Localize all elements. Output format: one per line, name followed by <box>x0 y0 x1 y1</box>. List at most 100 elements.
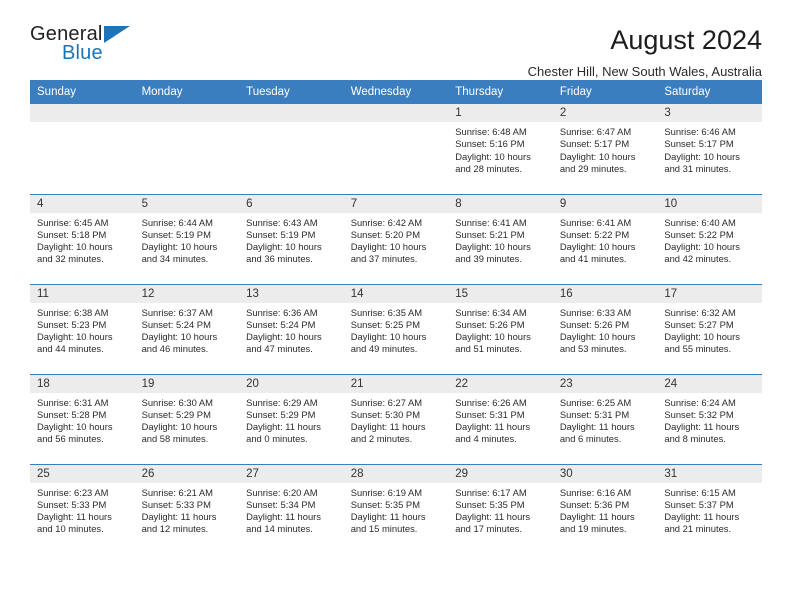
day-number <box>343 104 449 122</box>
daylight-text-line2: and 4 minutes. <box>455 433 517 445</box>
day-cell[interactable]: 24 Sunrise: 6:24 AM Sunset: 5:32 PM Dayl… <box>657 373 762 464</box>
sunset-text: Sunset: 5:18 PM <box>37 228 107 240</box>
day-cell[interactable]: 19 Sunrise: 6:30 AM Sunset: 5:29 PM Dayl… <box>134 373 240 464</box>
day-cell[interactable]: 22 Sunrise: 6:26 AM Sunset: 5:31 PM Dayl… <box>448 373 553 464</box>
daylight-text-line1: Daylight: 11 hours <box>350 421 426 433</box>
sunset-text: Sunset: 5:35 PM <box>455 498 525 510</box>
day-cell[interactable]: 11 Sunrise: 6:38 AM Sunset: 5:23 PM Dayl… <box>30 283 135 374</box>
calendar-week-row: 18 Sunrise: 6:31 AM Sunset: 5:28 PM Dayl… <box>30 373 762 464</box>
day-details: Sunrise: 6:38 AM Sunset: 5:23 PM Dayligh… <box>30 303 135 356</box>
sunrise-text: Sunrise: 6:35 AM <box>350 306 423 318</box>
day-details: Sunrise: 6:41 AM Sunset: 5:21 PM Dayligh… <box>448 213 553 266</box>
day-number: 24 <box>657 374 762 393</box>
day-details: Sunrise: 6:26 AM Sunset: 5:31 PM Dayligh… <box>448 393 553 446</box>
sunrise-text: Sunrise: 6:43 AM <box>246 216 318 228</box>
day-cell[interactable]: 29 Sunrise: 6:17 AM Sunset: 5:35 PM Dayl… <box>448 463 553 554</box>
day-number: 31 <box>657 464 762 483</box>
daylight-text-line1: Daylight: 10 hours <box>141 331 218 343</box>
daylight-text-line1: Daylight: 10 hours <box>141 241 218 253</box>
day-cell[interactable]: 2 Sunrise: 6:47 AM Sunset: 5:17 PM Dayli… <box>552 104 658 194</box>
daylight-text-line1: Daylight: 10 hours <box>141 421 218 433</box>
daylight-text-line2: and 2 minutes. <box>350 433 413 445</box>
general-blue-logo[interactable]: General Blue <box>30 24 140 68</box>
day-number <box>134 104 240 122</box>
day-number: 17 <box>657 284 762 303</box>
day-cell[interactable]: 10 Sunrise: 6:40 AM Sunset: 5:22 PM Dayl… <box>657 193 762 284</box>
sunset-text: Sunset: 5:17 PM <box>559 138 630 150</box>
daylight-text-line1: Daylight: 10 hours <box>559 150 636 162</box>
day-cell[interactable]: 20 Sunrise: 6:29 AM Sunset: 5:29 PM Dayl… <box>239 373 344 464</box>
day-number: 21 <box>343 374 449 393</box>
daylight-text-line1: Daylight: 11 hours <box>141 511 217 523</box>
sunrise-text: Sunrise: 6:23 AM <box>37 486 109 498</box>
day-cell[interactable]: 7 Sunrise: 6:42 AM Sunset: 5:20 PM Dayli… <box>343 193 449 284</box>
daylight-text-line2: and 39 minutes. <box>455 253 522 265</box>
day-number: 1 <box>448 104 553 122</box>
day-details: Sunrise: 6:34 AM Sunset: 5:26 PM Dayligh… <box>448 303 553 356</box>
day-cell[interactable]: 8 Sunrise: 6:41 AM Sunset: 5:21 PM Dayli… <box>448 193 553 284</box>
day-number: 4 <box>30 194 135 213</box>
day-cell[interactable]: 31 Sunrise: 6:15 AM Sunset: 5:37 PM Dayl… <box>657 463 762 554</box>
daylight-text-line1: Daylight: 10 hours <box>350 241 427 253</box>
day-cell[interactable]: 30 Sunrise: 6:16 AM Sunset: 5:36 PM Dayl… <box>552 463 658 554</box>
day-details: Sunrise: 6:19 AM Sunset: 5:35 PM Dayligh… <box>344 483 449 536</box>
daylight-text-line1: Daylight: 11 hours <box>37 511 112 523</box>
weekday-header-sunday: Sunday <box>30 80 135 104</box>
day-cell[interactable]: 21 Sunrise: 6:27 AM Sunset: 5:30 PM Dayl… <box>343 373 449 464</box>
title-block: August 2024 Chester Hill, New South Wale… <box>528 24 762 81</box>
daylight-text-line2: and 42 minutes. <box>664 253 732 265</box>
day-number: 7 <box>343 194 449 213</box>
day-number: 12 <box>134 284 240 303</box>
day-cell[interactable]: 6 Sunrise: 6:43 AM Sunset: 5:19 PM Dayli… <box>239 193 344 284</box>
day-cell[interactable]: 9 Sunrise: 6:41 AM Sunset: 5:22 PM Dayli… <box>552 193 658 284</box>
day-cell[interactable]: 14 Sunrise: 6:35 AM Sunset: 5:25 PM Dayl… <box>343 283 449 374</box>
sunset-text: Sunset: 5:36 PM <box>559 498 630 510</box>
daylight-text-line1: Daylight: 10 hours <box>455 331 531 343</box>
weekday-header-tuesday: Tuesday <box>239 80 344 104</box>
sunset-text: Sunset: 5:29 PM <box>141 408 211 420</box>
day-number: 20 <box>239 374 344 393</box>
day-cell[interactable]: 15 Sunrise: 6:34 AM Sunset: 5:26 PM Dayl… <box>448 283 553 374</box>
day-cell[interactable]: 4 Sunrise: 6:45 AM Sunset: 5:18 PM Dayli… <box>30 193 135 284</box>
sunset-text: Sunset: 5:26 PM <box>559 318 630 330</box>
daylight-text-line2: and 19 minutes. <box>559 523 627 535</box>
day-cell[interactable]: 12 Sunrise: 6:37 AM Sunset: 5:24 PM Dayl… <box>134 283 240 374</box>
daylight-text-line2: and 47 minutes. <box>246 343 313 355</box>
sunrise-text: Sunrise: 6:30 AM <box>141 396 213 408</box>
calendar-week-row: 4 Sunrise: 6:45 AM Sunset: 5:18 PM Dayli… <box>30 193 762 284</box>
day-details: Sunrise: 6:30 AM Sunset: 5:29 PM Dayligh… <box>135 393 240 446</box>
day-cell[interactable]: 26 Sunrise: 6:21 AM Sunset: 5:33 PM Dayl… <box>134 463 240 554</box>
day-number: 9 <box>552 194 658 213</box>
daylight-text-line2: and 12 minutes. <box>141 523 209 535</box>
weekday-header-saturday: Saturday <box>657 80 762 104</box>
day-cell[interactable]: 27 Sunrise: 6:20 AM Sunset: 5:34 PM Dayl… <box>239 463 344 554</box>
daylight-text-line1: Daylight: 10 hours <box>246 331 322 343</box>
day-cell[interactable]: 5 Sunrise: 6:44 AM Sunset: 5:19 PM Dayli… <box>134 193 240 284</box>
day-number: 5 <box>134 194 240 213</box>
sunrise-text: Sunrise: 6:19 AM <box>350 486 423 498</box>
sunrise-text: Sunrise: 6:36 AM <box>246 306 318 318</box>
sunset-text: Sunset: 5:32 PM <box>664 408 734 420</box>
day-details: Sunrise: 6:16 AM Sunset: 5:36 PM Dayligh… <box>553 483 658 536</box>
sunset-text: Sunset: 5:19 PM <box>246 228 316 240</box>
weekday-header-wednesday: Wednesday <box>343 80 449 104</box>
day-number: 27 <box>239 464 344 483</box>
day-cell[interactable]: 23 Sunrise: 6:25 AM Sunset: 5:31 PM Dayl… <box>552 373 658 464</box>
daylight-text-line2: and 44 minutes. <box>37 343 104 355</box>
day-details: Sunrise: 6:45 AM Sunset: 5:18 PM Dayligh… <box>30 213 135 266</box>
day-cell[interactable]: 28 Sunrise: 6:19 AM Sunset: 5:35 PM Dayl… <box>343 463 449 554</box>
sunrise-text: Sunrise: 6:31 AM <box>37 396 109 408</box>
day-cell[interactable]: 16 Sunrise: 6:33 AM Sunset: 5:26 PM Dayl… <box>552 283 658 374</box>
daylight-text-line2: and 51 minutes. <box>455 343 522 355</box>
day-number: 2 <box>552 104 658 122</box>
day-cell[interactable]: 25 Sunrise: 6:23 AM Sunset: 5:33 PM Dayl… <box>30 463 135 554</box>
daylight-text-line2: and 37 minutes. <box>350 253 418 265</box>
day-details: Sunrise: 6:46 AM Sunset: 5:17 PM Dayligh… <box>657 122 762 175</box>
sunset-text: Sunset: 5:25 PM <box>350 318 420 330</box>
day-cell[interactable]: 3 Sunrise: 6:46 AM Sunset: 5:17 PM Dayli… <box>657 104 762 194</box>
daylight-text-line1: Daylight: 10 hours <box>37 241 113 253</box>
day-cell[interactable]: 13 Sunrise: 6:36 AM Sunset: 5:24 PM Dayl… <box>239 283 344 374</box>
day-cell[interactable]: 1 Sunrise: 6:48 AM Sunset: 5:16 PM Dayli… <box>448 104 553 194</box>
day-cell[interactable]: 18 Sunrise: 6:31 AM Sunset: 5:28 PM Dayl… <box>30 373 135 464</box>
day-cell[interactable]: 17 Sunrise: 6:32 AM Sunset: 5:27 PM Dayl… <box>657 283 762 374</box>
